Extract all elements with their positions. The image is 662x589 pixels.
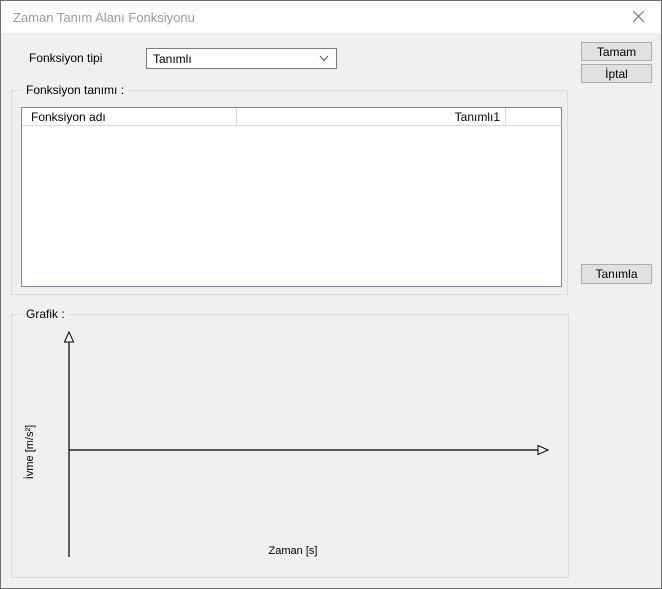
close-button[interactable] <box>616 1 661 32</box>
column-header-function-name[interactable]: Fonksiyon adı <box>22 108 237 125</box>
function-table-body[interactable] <box>22 126 561 286</box>
window-title: Zaman Tanım Alanı Fonksiyonu <box>13 9 195 25</box>
close-icon <box>632 10 645 23</box>
chevron-down-icon <box>319 55 329 62</box>
graph-axes <box>63 330 550 557</box>
ok-button[interactable]: Tamam <box>581 42 652 61</box>
titlebar: Zaman Tanım Alanı Fonksiyonu <box>1 1 661 33</box>
function-type-select[interactable]: Tanımlı <box>146 48 337 69</box>
function-table[interactable]: Fonksiyon adı Tanımlı1 <box>21 107 562 287</box>
function-type-label: Fonksiyon tipi <box>29 51 103 65</box>
function-definition-group-label: Fonksiyon tanımı : <box>22 83 129 97</box>
function-definition-group: Fonksiyon tanımı : Fonksiyon adı Tanımlı… <box>11 83 568 295</box>
define-button[interactable]: Tanımla <box>581 264 652 284</box>
cancel-button[interactable]: İptal <box>581 64 652 83</box>
graph-group: Grafik : İvme [m/s²] Zaman [s] <box>11 307 569 578</box>
x-axis-label: Zaman [s] <box>268 545 318 557</box>
function-type-value: Tanımlı <box>153 51 192 66</box>
function-table-header: Fonksiyon adı Tanımlı1 <box>22 108 561 126</box>
dialog-window: Zaman Tanım Alanı Fonksiyonu Fonksiyon t… <box>0 0 662 589</box>
column-header-function-value[interactable]: Tanımlı1 <box>237 108 506 125</box>
graph-plot-area: İvme [m/s²] Zaman [s] <box>12 315 568 577</box>
y-axis-label: İvme [m/s²] <box>24 424 36 480</box>
